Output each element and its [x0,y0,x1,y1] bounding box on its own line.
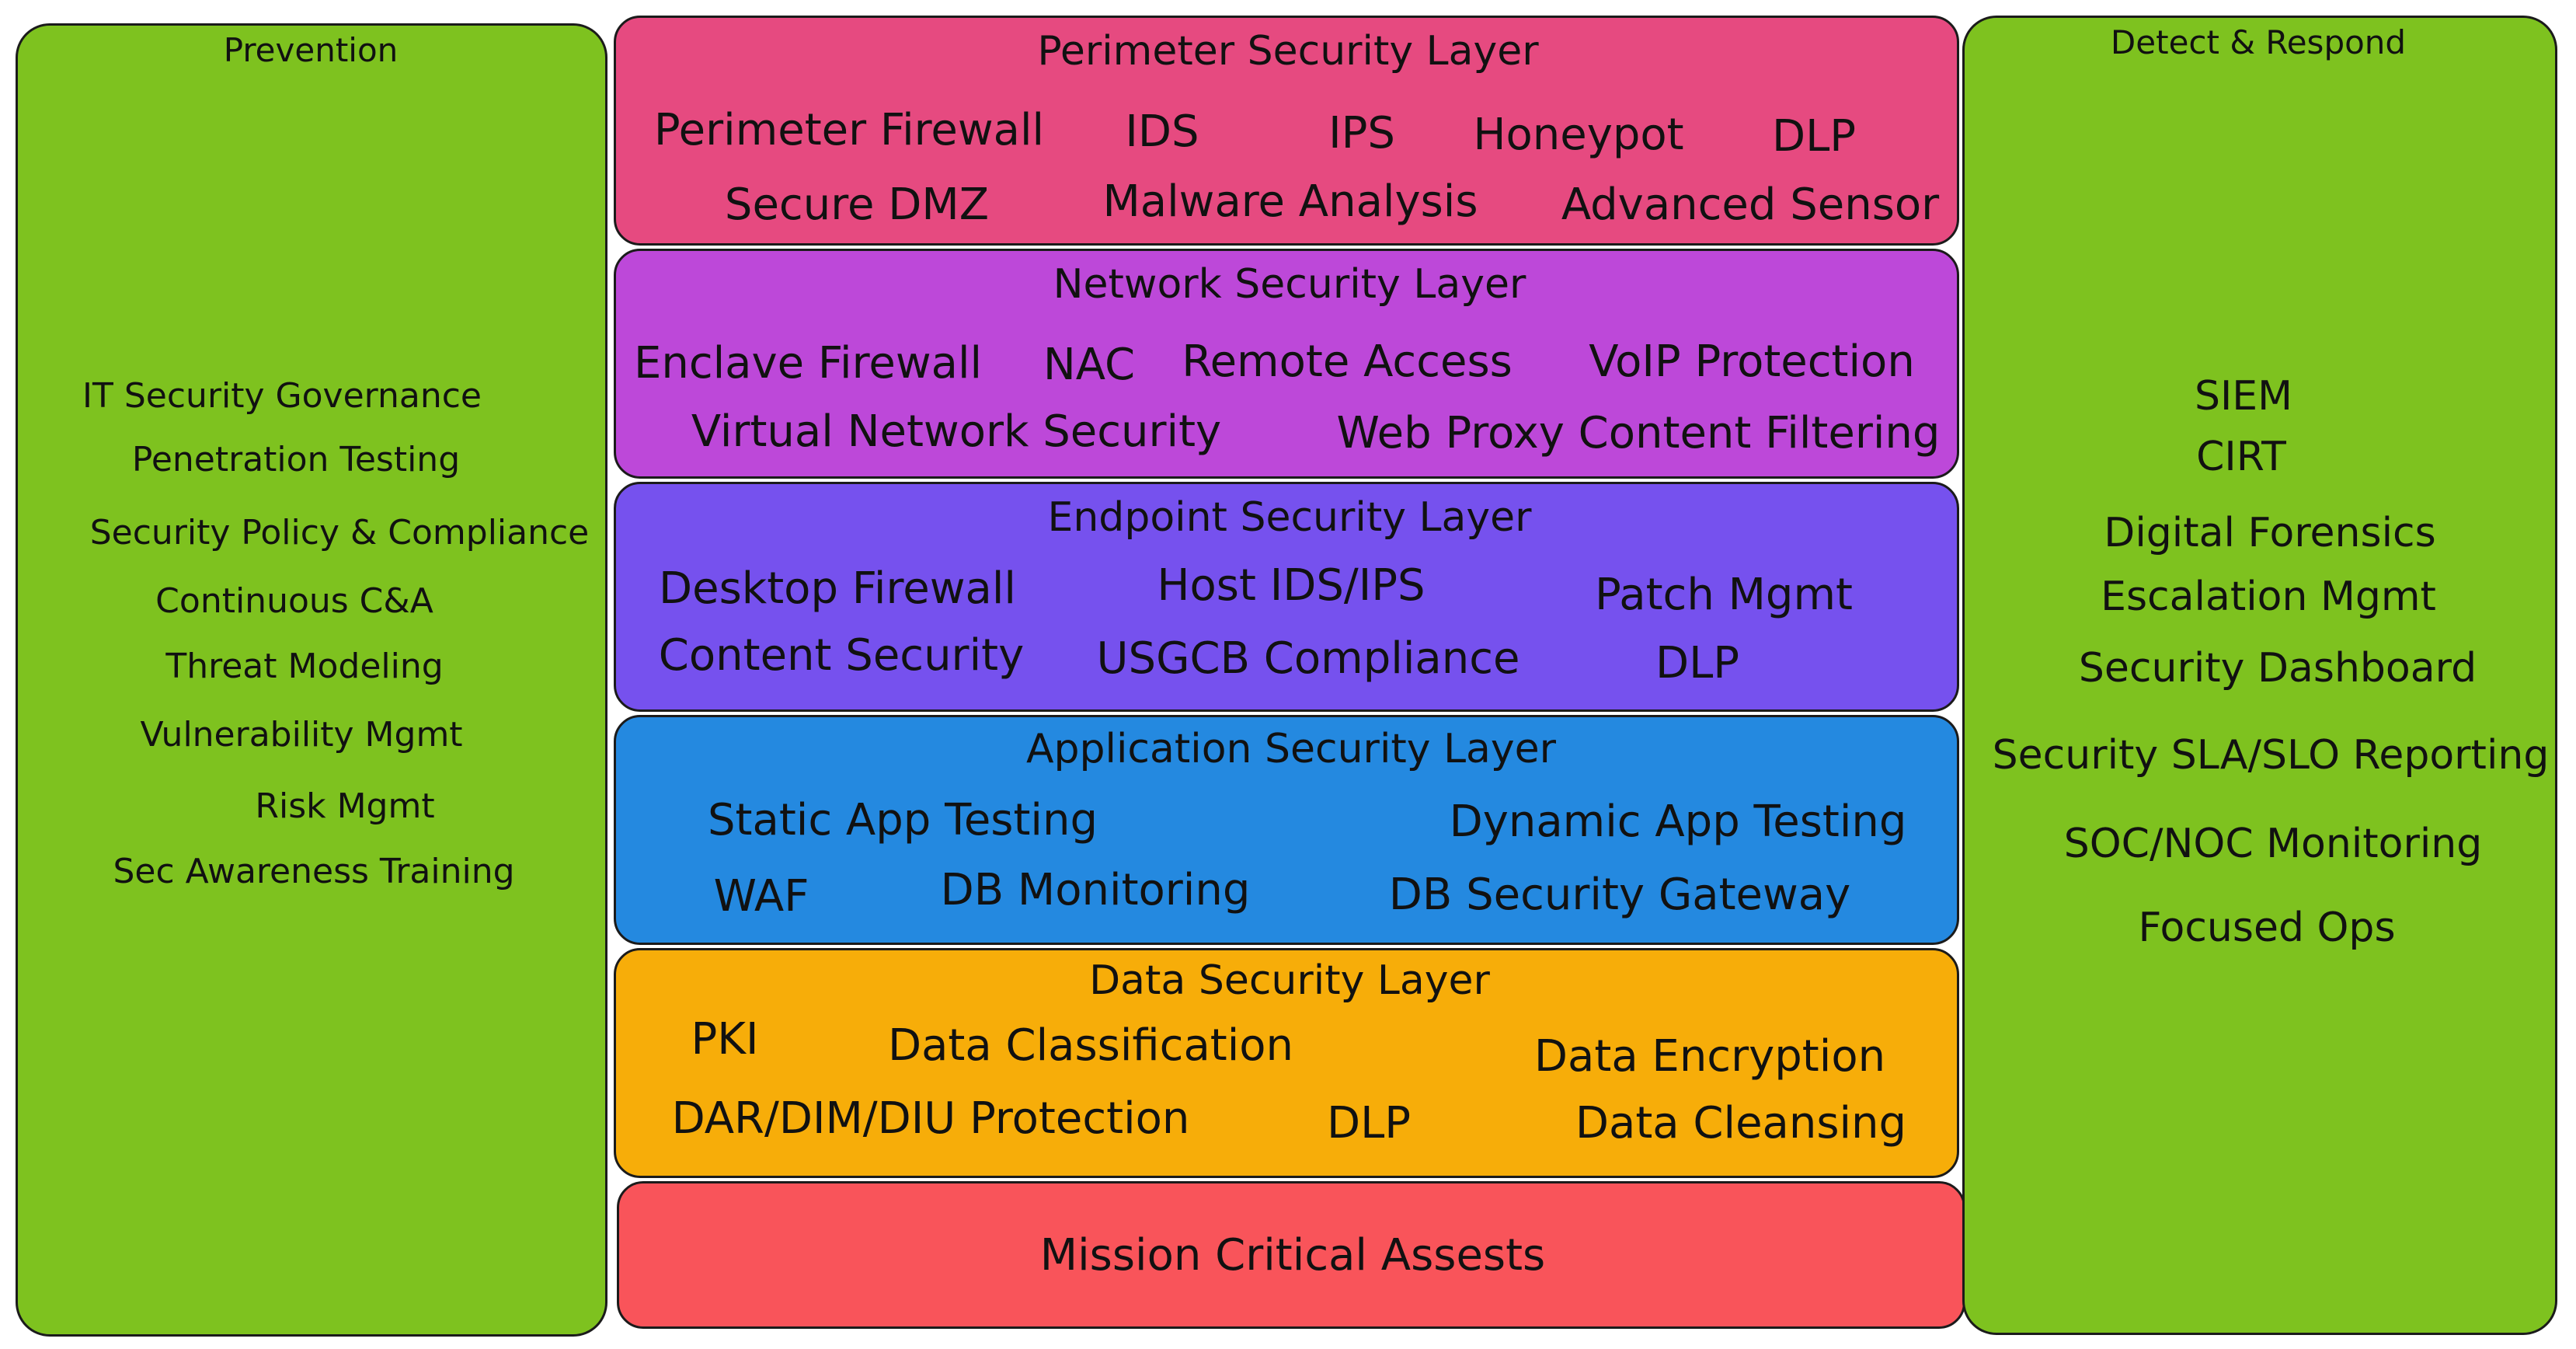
layer-item: DAR/DIM/DIU Protection [671,1093,1190,1144]
layer-item: Malware Analysis [1102,176,1478,227]
layer-item: NAC [1043,340,1136,390]
layer-title: Network Security Layer [1053,261,1526,308]
layer-item: PKI [691,1014,759,1065]
layer-item: DB Security Gateway [1388,870,1851,920]
layer-item: USGCB Compliance [1096,633,1520,684]
detect-respond-item: Focused Ops [2138,905,2396,951]
layer-item: Enclave Firewall [633,338,983,389]
layer-item: Static App Testing [707,795,1098,845]
prevention-title: Prevention [223,31,399,69]
detect-respond-title: Detect & Respond [2110,23,2407,61]
detect-respond-item: Escalation Mgmt [2101,573,2436,620]
layer-item: Remote Access [1182,336,1513,387]
layer-item: Dynamic App Testing [1449,797,1907,847]
layer-item: IPS [1328,108,1395,159]
layer-title: Endpoint Security Layer [1047,494,1532,541]
prevention-item: Vulnerability Mgmt [140,715,463,755]
layer-item: Virtual Network Security [691,406,1222,457]
layer-title: Data Security Layer [1089,957,1490,1004]
prevention-item: Penetration Testing [131,440,461,479]
layer-item: DLP [1771,111,1857,162]
layer-item: DB Monitoring [940,865,1251,915]
layer-item: VoIP Protection [1589,336,1915,387]
layer-item: Data Cleansing [1575,1098,1907,1149]
detect-respond-item: SIEM [2194,373,2293,420]
layer-item: Data Classification [887,1020,1294,1071]
detect-respond-item: SOC/NOC Monitoring [2063,821,2483,867]
layer-item: Perimeter Firewall [653,105,1045,155]
prevention-item: Continuous C&A [155,581,433,621]
layer-title: Application Security Layer [1025,726,1557,772]
layer-item: Data Encryption [1533,1031,1886,1082]
detect-respond-item: Digital Forensics [2104,510,2436,556]
layer-item: Content Security [658,630,1025,681]
layer-item: Desktop Firewall [659,563,1016,614]
mission-critical-assets-title: Mission Critical Assests [1039,1230,1546,1281]
layer-title: Perimeter Security Layer [1037,28,1539,75]
layer-item: Honeypot [1473,110,1684,160]
prevention-item: Security Policy & Compliance [89,513,590,552]
detect-respond-item: CIRT [2196,434,2286,480]
layer-item: Web Proxy Content Filtering [1336,408,1941,458]
layer-item: WAF [713,871,809,922]
layer-item: DLP [1655,638,1740,688]
layer-item: Host IDS/IPS [1157,560,1426,611]
detect-respond-item: Security Dashboard [2078,645,2477,692]
layer-item: IDS [1125,106,1199,157]
detect-respond-item: Security SLA/SLO Reporting [1992,732,2550,779]
prevention-item: Threat Modeling [165,647,444,686]
prevention-item: Risk Mgmt [255,786,435,826]
layer-item: Secure DMZ [724,180,990,230]
prevention-item: IT Security Governance [82,376,482,416]
layer-item: Patch Mgmt [1595,570,1853,620]
layer-item: DLP [1326,1098,1412,1149]
prevention-item: Sec Awareness Training [113,852,515,891]
layer-item: Advanced Sensor [1561,180,1940,230]
